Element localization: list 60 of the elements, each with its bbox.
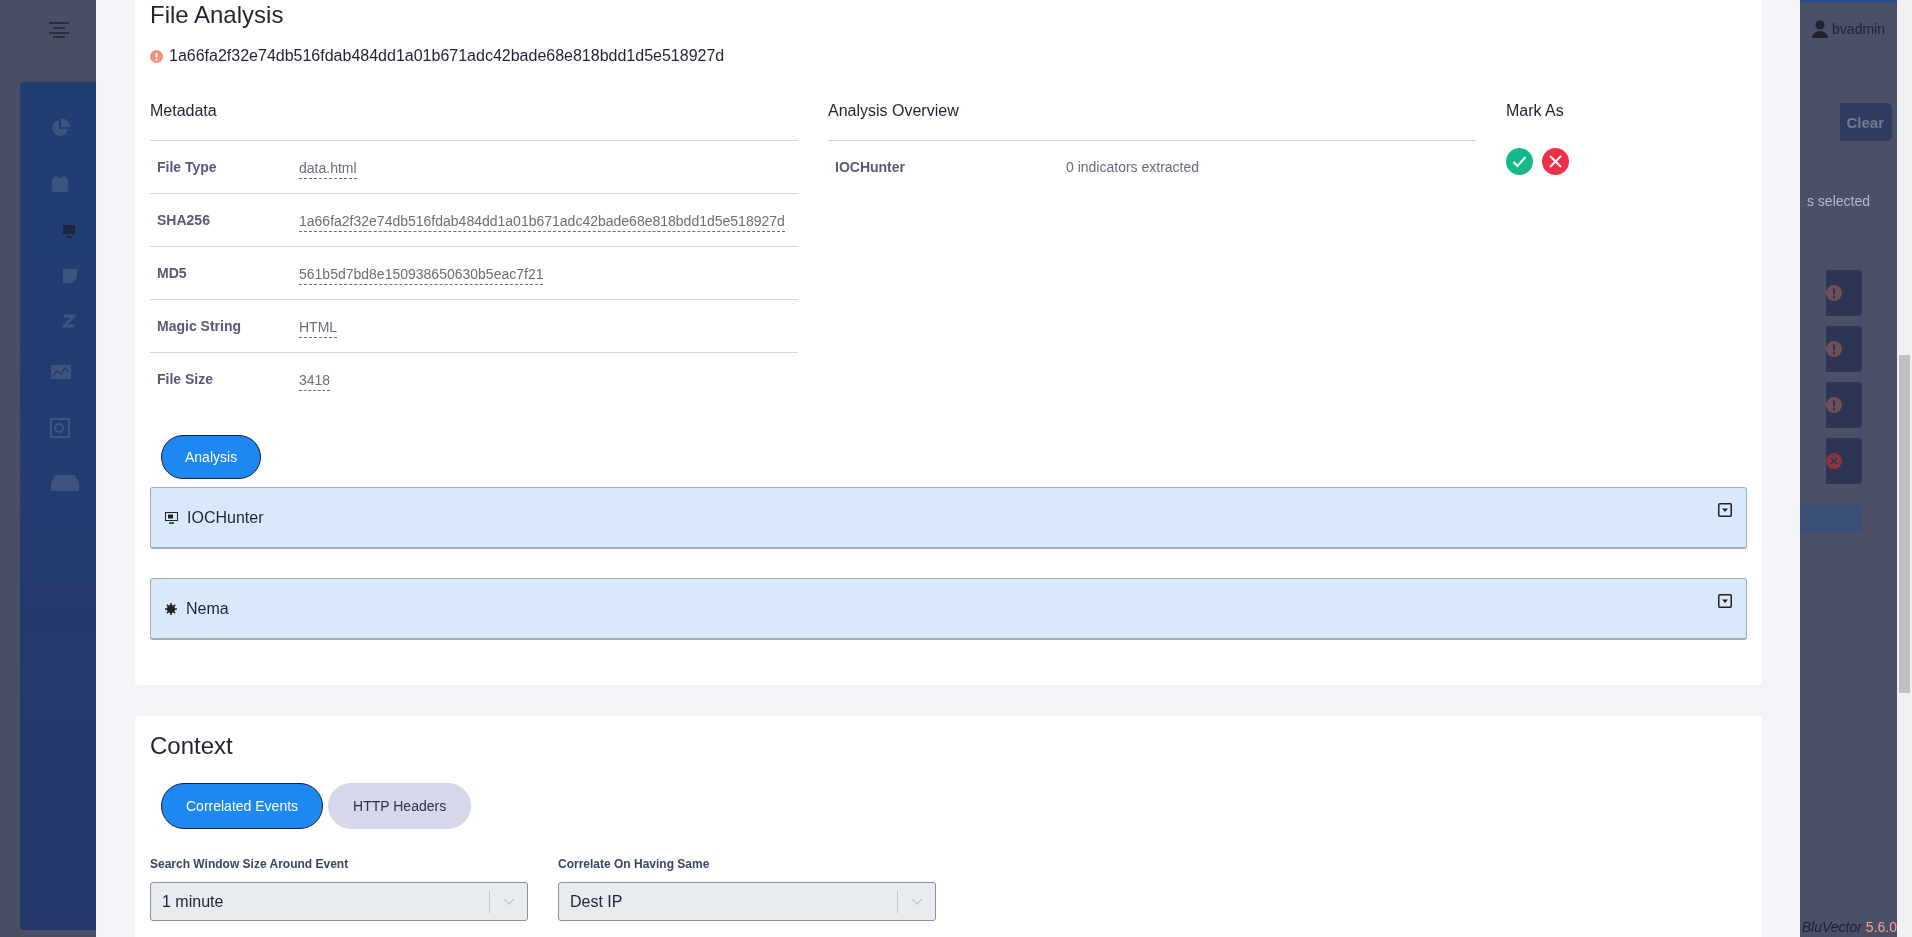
monitor-icon[interactable] [62, 224, 76, 238]
server-icon[interactable] [50, 474, 80, 492]
warning-icon [1826, 397, 1842, 413]
file-hash: 1a66fa2f32e74db516fdab484dd1a01b671adc42bade68e818bdd1d5e518927d [169, 47, 725, 65]
selection-count: s selected [1806, 193, 1870, 209]
metadata-value: data.html [299, 159, 357, 179]
warning-icon [1826, 285, 1842, 301]
context-tab[interactable]: HTTP Headers [328, 783, 472, 829]
version-footer: BluVector 5.6.0 [1801, 919, 1897, 935]
panel-title: Nema [186, 599, 229, 618]
section-heading: Mark As [1506, 101, 1565, 121]
caret-icon[interactable] [1718, 503, 1732, 517]
section-heading: Metadata [150, 101, 798, 141]
collapsible-panel[interactable]: Nema [150, 578, 1747, 640]
metadata-value: HTML [299, 318, 338, 338]
alert-item[interactable] [1826, 382, 1862, 428]
calendar-icon[interactable] [50, 174, 70, 194]
card-title: File Analysis [150, 0, 285, 30]
chevron-down-icon [503, 897, 515, 906]
warning-icon [1826, 341, 1842, 357]
gear-icon [165, 602, 177, 615]
metadata-label: Magic String [157, 318, 242, 334]
caret-icon[interactable] [1718, 594, 1732, 608]
scrollbar[interactable] [1897, 0, 1912, 937]
line-chart-icon[interactable] [50, 364, 72, 382]
section-heading: Analysis Overview [828, 101, 1476, 141]
note-icon[interactable] [62, 268, 78, 284]
analysis-tab[interactable]: Analysis [161, 435, 262, 479]
card-title: Context [150, 731, 234, 761]
metadata-label: File Type [157, 159, 218, 175]
alert-item[interactable] [1826, 438, 1862, 484]
metadata-value: 1a66fa2f32e74db516fdab484dd1a01b671adc42bade68e818bdd1d5e518927d [299, 212, 785, 232]
panel-title: IOCHunter [187, 508, 264, 527]
menu-icon[interactable] [49, 22, 69, 38]
alert-item[interactable] [1826, 326, 1862, 372]
chevron-down-icon [911, 897, 923, 906]
metadata-label: File Size [157, 371, 215, 387]
user-icon[interactable] [1812, 20, 1829, 38]
monitor-icon [165, 511, 178, 524]
field-label: Correlate On Having Same [558, 856, 711, 872]
analyzer-result: 0 indicators extracted [1066, 159, 1200, 175]
metadata-value: 3418 [299, 371, 331, 391]
analyzer-name: IOCHunter [835, 159, 906, 175]
metadata-value: 561b5d7bd8e150938650630b5eac7f21 [299, 265, 544, 285]
collapsible-panel[interactable]: IOCHunter [150, 487, 1747, 549]
search-window-icon[interactable] [50, 418, 70, 438]
select-field[interactable]: 1 minute [150, 882, 528, 921]
alert-item[interactable] [1826, 270, 1862, 316]
pie-chart-icon[interactable] [50, 118, 70, 138]
error-icon [1826, 453, 1842, 469]
field-label: Search Window Size Around Event [150, 856, 350, 872]
metadata-label: MD5 [157, 265, 188, 281]
action-bar[interactable] [1800, 504, 1862, 532]
alert-icon [150, 49, 163, 63]
close-icon[interactable] [1542, 148, 1569, 175]
check-icon[interactable] [1506, 148, 1533, 175]
letter-z-icon[interactable] [62, 314, 76, 328]
metadata-label: SHA256 [157, 212, 211, 228]
context-tab[interactable]: Correlated Events [161, 783, 324, 829]
select-field[interactable]: Dest IP [558, 882, 936, 921]
